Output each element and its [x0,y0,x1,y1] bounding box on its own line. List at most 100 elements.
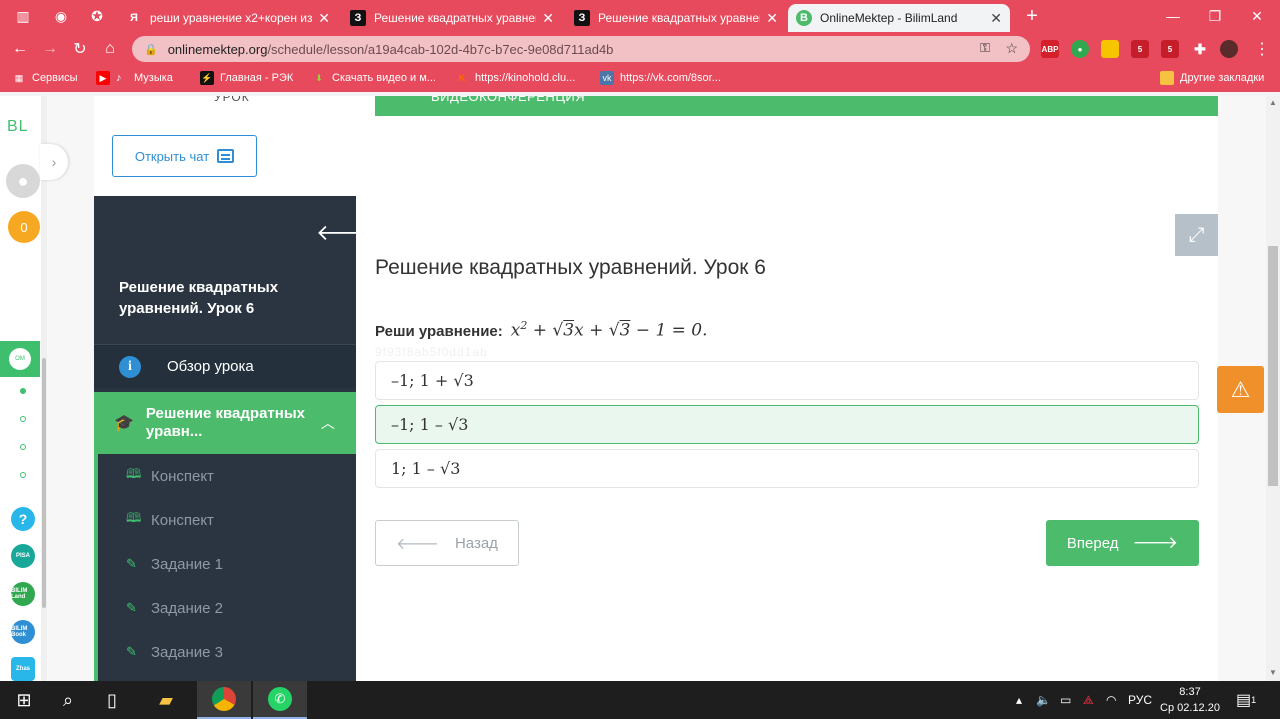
antivirus-icon[interactable]: ⟁ [1083,681,1094,719]
sidebar-subitem-konspekt-2[interactable]: 🕮 Конспект [98,498,356,542]
tab-title: Решение квадратных уравнени [598,11,761,25]
close-icon[interactable]: ✕ [990,10,1002,27]
new-tab-button[interactable]: + [1020,5,1044,27]
task-view-icon[interactable]: ▯ [88,681,136,719]
expand-rail-button[interactable]: › [40,144,68,180]
page-scrollbar[interactable]: ▲ ▼ [1266,96,1280,681]
answer-option-2-selected[interactable]: –1; 1 – √3 [375,405,1199,444]
rail-dot[interactable] [20,444,26,450]
notifications-icon[interactable]: ▤ 1 [1236,681,1256,719]
answer-option-1[interactable]: –1; 1 + √3 [375,361,1199,400]
user-avatar[interactable]: ● [6,164,40,198]
extension-shield-2-icon[interactable]: 5 [1161,40,1179,58]
warning-icon: ⚠ [1230,376,1251,402]
home-icon[interactable]: ⌂ [98,37,122,61]
fullscreen-button[interactable]: ⤢ [1175,214,1218,256]
bilimland-logo[interactable]: BL [7,118,29,136]
sidebar-subitem-task-3[interactable]: ✎ Задание 3 [98,630,356,674]
extension-flag-icon[interactable] [1101,40,1119,58]
kinohold-icon: K [458,73,466,83]
wifi-icon[interactable]: ◠ [1106,681,1116,719]
scroll-up-icon[interactable]: ▲ [1269,98,1277,107]
chat-icon [217,149,235,163]
sidebar-subitem-task-2[interactable]: ✎ Задание 2 [98,586,356,630]
tab-lesson-2[interactable]: З Решение квадратных уравнени ✕ [566,4,786,32]
back-icon[interactable]: ← [8,37,32,61]
bookmark-star-icon[interactable]: ☆ [1005,40,1018,57]
open-chat-button[interactable]: Открыть чат [112,135,257,177]
tab-onlinemektep[interactable]: B OnlineMektep - BilimLand ✕ [788,4,1010,32]
clock[interactable]: 8:37 Ср 02.12.20 [1160,684,1220,716]
tab-lesson-1[interactable]: З Решение квадратных уравнени ✕ [342,4,562,32]
scroll-down-icon[interactable]: ▼ [1269,668,1277,677]
vk-icon: vk [600,71,614,85]
windows-start-icon[interactable]: ⊞ [0,681,48,719]
forward-icon[interactable]: → [38,37,62,61]
file-explorer-icon[interactable]: ▰ [142,681,190,719]
language-indicator[interactable]: РУС [1128,681,1152,719]
bookmark-download[interactable]: ⬇ Скачать видео и м... [312,71,436,85]
close-icon[interactable]: ✕ [318,10,330,27]
bilimland-app-icon[interactable]: BILIM Land [11,582,35,606]
videoconference-banner[interactable]: ВИДЕОКОНФЕРЕНЦИЯ [375,96,1218,116]
help-icon[interactable]: ? [11,507,35,531]
rail-dot[interactable] [20,416,26,422]
pisa-app-icon[interactable]: PISA [11,544,35,568]
bookmark-kinohold[interactable]: Khttps://kinohold.clu... [455,71,576,85]
pinned-tab-2[interactable]: ◉ [48,4,74,28]
bookmark-rek[interactable]: ⚡ Главная - РЭК [200,71,293,85]
answer-option-3[interactable]: 1; 1 – √3 [375,449,1199,488]
battery-icon[interactable]: ▭ [1060,681,1071,719]
rail-dot-active[interactable] [20,388,26,394]
sidebar-subitems: 🕮 Конспект 🕮 Конспект ✎ Задание 1 ✎ Зада… [94,454,356,681]
bilimbook-app-icon[interactable]: BILIM Book [11,620,35,644]
rail-scrollbar[interactable] [41,96,47,681]
volume-icon[interactable]: 🔈 [1036,681,1051,719]
extension-shield-icon[interactable]: 5 [1131,40,1149,58]
menu-icon[interactable]: ⋮ [1250,37,1274,61]
maximize-button[interactable]: ❐ [1192,0,1238,32]
chevron-up-icon[interactable]: ︿ [321,413,335,433]
search-icon[interactable]: ⌕ [44,681,92,719]
pinned-tab-1[interactable]: ▥ [10,4,36,28]
whatsapp-taskbar-icon[interactable]: ✆ [253,681,307,719]
page-scroll-thumb[interactable] [1268,246,1278,486]
key-icon[interactable]: ⚿ [980,40,990,56]
sidebar-subitem-konspekt-1[interactable]: 🕮 Конспект [98,454,356,498]
tab-search[interactable]: Я реши уравнение х2+корен из3 ✕ [118,4,338,32]
close-window-button[interactable]: ✕ [1234,0,1280,32]
pinned-tab-3[interactable]: ✪ [84,4,110,28]
sidebar-item-overview[interactable]: i Обзор урока [94,344,356,388]
question-text: Реши уравнение: x2 + √3x + √3 − 1 = 0. [375,319,708,341]
extensions-puzzle-icon[interactable]: ✚ [1191,40,1209,58]
forward-button[interactable]: Вперед 🡒 [1046,520,1199,566]
bookmark-services[interactable]: ▦ Сервисы [12,71,78,85]
sidebar-section-current[interactable]: 🎓 Решение квадратных уравн... ︿ [94,392,356,454]
bookmark-other[interactable]: Другие закладки [1160,71,1264,85]
rail-dot[interactable] [20,472,26,478]
sidebar-subitem-label: Задание 2 [151,599,224,617]
minimize-button[interactable]: — [1150,0,1196,32]
adblock-icon[interactable]: ABP [1041,40,1059,58]
close-icon[interactable]: ✕ [766,10,778,27]
report-problem-button[interactable]: ⚠ [1217,366,1264,413]
back-button[interactable]: 🡐 Назад [375,520,519,566]
bookmark-music[interactable]: ▶ ♪ Музыка [96,71,173,85]
tray-overflow-icon[interactable]: ▴ [1016,681,1022,719]
address-bar[interactable]: 🔒 onlinemektep.org/schedule/lesson/a19a4… [132,36,1030,62]
user-icon: ● [17,170,29,191]
extension-green-icon[interactable]: ● [1071,40,1089,58]
close-icon[interactable]: ✕ [542,10,554,27]
arrow-left-icon: 🡐 [396,535,439,553]
reload-icon[interactable]: ↻ [68,37,92,61]
arrow-left-icon[interactable]: 🡐 [316,220,375,246]
sidebar-title: Решение квадратных уравнений. Урок 6 [119,279,279,317]
bookmark-vk[interactable]: vk https://vk.com/8sor... [600,71,721,85]
rail-scroll-thumb[interactable] [42,358,46,608]
onlinemektep-app-icon[interactable]: OM [0,341,40,377]
sidebar-subitem-task-1[interactable]: ✎ Задание 1 [98,542,356,586]
chrome-taskbar-icon[interactable] [197,681,251,719]
score-badge[interactable]: 0 [8,211,40,243]
zhas-app-icon[interactable]: Zhas [11,657,35,681]
profile-avatar[interactable] [1220,40,1238,58]
